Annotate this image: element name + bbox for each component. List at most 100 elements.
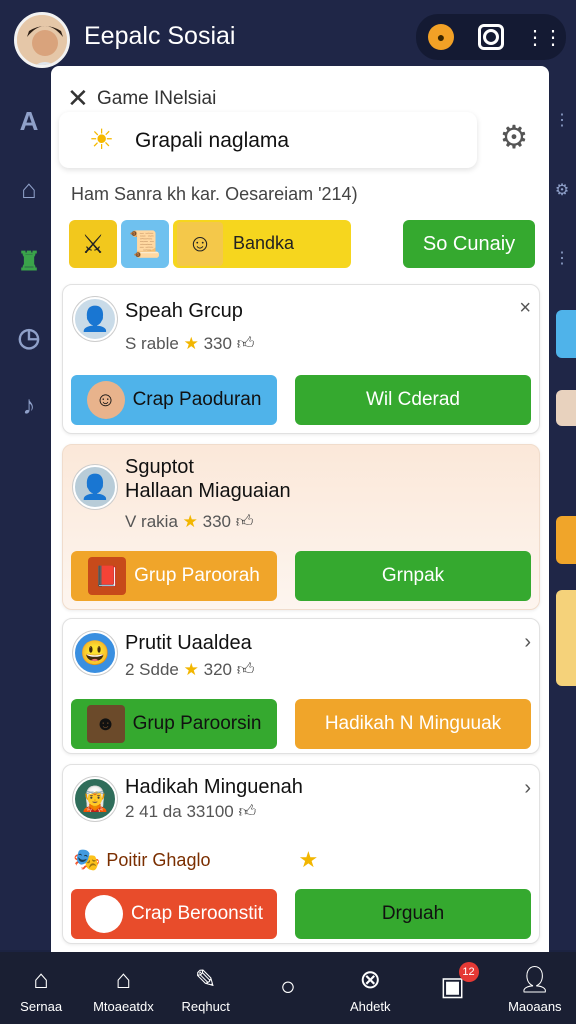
nav-label: Mtoaeatdx — [93, 999, 154, 1014]
button-label: Crap Beroonstit — [130, 903, 263, 924]
close-card-icon[interactable]: × — [519, 297, 531, 320]
scroll-icon[interactable]: 📜 — [121, 220, 169, 268]
rail-game-icon[interactable]: ♜ — [14, 246, 44, 276]
close-icon[interactable]: ✕ — [67, 85, 91, 111]
rail-card-gold — [556, 590, 576, 686]
top-icon-group: ● ⋮⋮ — [416, 14, 566, 60]
card-right-button[interactable]: Hadikah N Minguuak — [295, 699, 531, 749]
mask-icon: 🎭 — [73, 847, 101, 872]
nav-crossed-circle[interactable]: ⊗ Ahdetk — [330, 962, 410, 1015]
nav-label: Maoaans — [508, 999, 562, 1014]
meta-prefix: S rable — [125, 334, 179, 353]
circle-icon: ○ — [280, 971, 296, 1001]
group-card[interactable]: 👤 Speah Grcup S rable ★ 330 👍︎ × ☺ Crap … — [62, 284, 540, 434]
group-card[interactable]: 👤 Sguptot Hallaan Miaguaian V rakia ★ 33… — [62, 444, 540, 610]
card-meta: S rable ★ 330 👍︎ — [125, 333, 254, 354]
right-rail: ⋮ ⚙ ⋮ — [550, 70, 576, 950]
chip-bandka[interactable]: ☺ Bandka — [173, 220, 351, 268]
card-right-button[interactable]: Grnpak — [295, 551, 531, 601]
character-icon: ☻ — [86, 705, 125, 743]
chevron-right-icon[interactable]: › — [524, 777, 531, 800]
button-label: Crap Paoduran — [132, 389, 262, 410]
chevron-right-icon[interactable]: › — [524, 631, 531, 654]
rail-card-orange — [556, 516, 576, 564]
gear-icon[interactable]: ⚙ — [497, 120, 531, 154]
button-label: Grup Paroorah — [134, 565, 260, 586]
star-icon: ★ — [182, 512, 198, 531]
card-title: Speah Grcup — [125, 300, 243, 322]
star-icon: ★ — [183, 660, 199, 679]
more-dots-icon[interactable]: ⋮⋮ — [525, 24, 563, 50]
avatar: 👤 — [73, 465, 117, 509]
nav-home[interactable]: ⌂ Sernaa — [1, 962, 81, 1015]
notification-badge-icon[interactable]: ● — [428, 24, 454, 50]
card-meta: 2 41 da 33100 👍︎ — [125, 801, 256, 822]
group-card[interactable]: 🧝 Hadikah Minguenah 2 41 da 33100 👍︎ › 🎭… — [62, 764, 540, 944]
meta-value: 33100 — [186, 802, 234, 821]
nav-pen[interactable]: ✎ Reqhuct — [166, 962, 246, 1015]
app-title: Eepalc Sosiai — [84, 22, 236, 50]
pen-icon: ✎ — [194, 963, 217, 994]
nav-profile[interactable]: 👤︎ Maoaans — [495, 962, 575, 1015]
modal-title: Game INelsiai — [97, 88, 217, 109]
left-rail: A ⌂ ♜ ◷ ♪ — [0, 70, 50, 950]
thumbs-up-icon[interactable]: 👍︎ — [237, 334, 255, 353]
book-icon: 📕 — [88, 557, 127, 595]
home-icon: ⌂ — [33, 963, 49, 994]
rail-card-blue — [556, 310, 576, 358]
meta-prefix: V rakia — [125, 512, 178, 531]
crossed-circle-icon: ⊗ — [359, 963, 382, 994]
meta-value: 330 — [202, 512, 232, 531]
sun-icon: ☀ — [89, 124, 115, 155]
group-card[interactable]: 😃 Prutit Uaaldea 2 Sdde ★ 320 👍︎ › ☻ Gru… — [62, 618, 540, 754]
meta-value: 320 — [203, 660, 232, 679]
star-icon: ★ — [298, 847, 319, 872]
thumbs-up-icon[interactable]: 👍︎ — [237, 660, 255, 679]
nav-label: Ahdetk — [350, 999, 391, 1014]
notification-badge: 12 — [458, 961, 479, 982]
group-name: Grapali naglama — [135, 129, 290, 152]
meta-prefix: 2 Sdde — [125, 660, 179, 679]
extra-row: 🎭 Poitir Ghaglo ★ — [73, 843, 318, 877]
shield-icon: 🛡 — [84, 895, 123, 933]
rail-home-icon[interactable]: ⌂ — [14, 174, 44, 204]
card-title-line1: Sguptot — [125, 456, 194, 478]
extra-label: Poitir Ghaglo — [106, 849, 211, 870]
modal-header: ✕ Game INelsiai ☀ Grapali naglama ⚙ — [51, 66, 549, 176]
card-meta: V rakia ★ 330 👍︎ — [125, 511, 254, 532]
avatar: 😃 — [73, 631, 117, 675]
meta-value: 330 — [203, 334, 232, 353]
rail-letter-icon[interactable]: A — [14, 106, 44, 136]
rail-gear-icon[interactable]: ⚙ — [552, 180, 572, 200]
thumbs-up-icon[interactable]: 👍︎ — [238, 802, 256, 821]
card-title: Prutit Uaaldea — [125, 632, 252, 654]
card-right-button[interactable]: Drguah — [295, 889, 531, 939]
rail-card-tan — [556, 390, 576, 426]
crossed-swords-icon[interactable]: ⚔ — [69, 220, 117, 268]
card-left-button[interactable]: ☻ Grup Paroorsin — [71, 699, 277, 749]
go-button[interactable]: So Cunaiy — [403, 220, 535, 268]
card-meta: 2 Sdde ★ 320 👍︎ — [125, 659, 254, 680]
profile-avatar[interactable] — [14, 12, 70, 68]
rail-music-icon[interactable]: ♪ — [14, 390, 44, 420]
rail-dots-icon[interactable]: ⋮ — [552, 110, 572, 130]
character-face-icon: ☺ — [177, 222, 223, 266]
nav-house-alt[interactable]: ⌂ Mtoaeatdx — [83, 962, 163, 1015]
card-left-button[interactable]: ☺ Crap Paoduran — [71, 375, 277, 425]
modal-subtitle: Ham Sanra kh kar. Oesareiam '214) — [71, 184, 358, 204]
thumbs-up-icon[interactable]: 👍︎ — [236, 512, 254, 531]
button-label: Grup Paroorsin — [132, 713, 262, 734]
card-title: Hadikah Minguenah — [125, 776, 303, 798]
card-left-button[interactable]: 🛡 Crap Beroonstit — [71, 889, 277, 939]
card-left-button[interactable]: 📕 Grup Paroorah — [71, 551, 277, 601]
nav-circle[interactable]: ○ — [248, 970, 328, 1007]
card-right-button[interactable]: Wil Cderad — [295, 375, 531, 425]
avatar: 🧝 — [73, 777, 117, 821]
nav-chat[interactable]: ▣ 12 — [413, 961, 493, 1007]
nav-label: Reqhuct — [181, 999, 230, 1014]
rail-clock-icon[interactable]: ◷ — [14, 322, 44, 352]
group-selector[interactable]: ☀ Grapali naglama — [59, 112, 477, 168]
rail-dots-icon[interactable]: ⋮ — [552, 248, 572, 268]
camera-icon[interactable] — [478, 24, 504, 50]
nav-label: Sernaa — [20, 999, 63, 1014]
